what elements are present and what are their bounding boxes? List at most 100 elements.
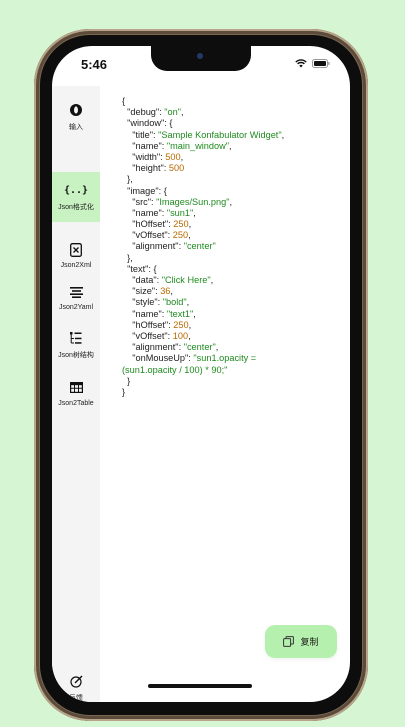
code-number: 100 <box>172 330 189 341</box>
code-line: "onMouseUp": "sun1.opacity = <box>122 353 336 364</box>
code-token: , <box>215 342 219 353</box>
sidebar-item-label: Json2Yaml <box>58 303 94 311</box>
code-string: "on" <box>164 107 182 118</box>
code-line: "src": "Images/Sun.png", <box>122 197 336 208</box>
code-token: , <box>188 319 192 330</box>
code-token: "window": { <box>122 118 173 129</box>
feedback-label: 反馈 <box>69 695 83 702</box>
code-token: , <box>180 151 184 162</box>
code-string: "sun1.opacity = <box>193 353 257 364</box>
code-line: "debug": "on", <box>122 107 336 118</box>
code-line: "window": { <box>122 118 336 129</box>
code-token: }, <box>122 252 133 263</box>
code-line: "style": "bold", <box>122 297 336 308</box>
code-string: "main_window" <box>166 140 230 151</box>
code-token: , <box>170 286 173 297</box>
json-output: { "debug": "on", "window": { "title": "S… <box>122 96 336 398</box>
code-token: "text": { <box>122 263 157 274</box>
code-token: , <box>186 297 190 308</box>
code-number: 500 <box>168 163 185 174</box>
code-string: (sun1.opacity / 100) * 90;" <box>122 364 228 375</box>
code-token: "src": <box>122 196 157 207</box>
sidebar-item-label: Json2Table <box>58 399 94 407</box>
code-token: "height": <box>122 163 169 174</box>
code-token: "hOffset": <box>122 319 174 330</box>
code-line: (sun1.opacity / 100) * 90;" <box>122 365 336 376</box>
code-line: "name": "sun1", <box>122 208 336 219</box>
home-indicator <box>148 684 252 688</box>
code-line: "size": 36, <box>122 286 336 297</box>
status-icons <box>295 59 330 68</box>
code-token: "width": <box>122 151 166 162</box>
code-line: "width": 500, <box>122 152 336 163</box>
code-token: } <box>122 375 131 386</box>
code-token: "debug": <box>122 107 165 118</box>
code-line: "hOffset": 250, <box>122 320 336 331</box>
code-line: "name": "main_window", <box>122 141 336 152</box>
code-line: "text": { <box>122 264 336 275</box>
code-token: "style": <box>122 297 163 308</box>
code-token: "vOffset": <box>122 330 173 341</box>
feedback-button[interactable]: 反馈 <box>52 668 100 702</box>
code-number: 36 <box>160 286 171 297</box>
code-token: , <box>210 275 214 285</box>
sidebar-item-label: Json2Xml <box>60 261 92 269</box>
sidebar-item-label: 输入 <box>69 124 83 131</box>
tree-icon <box>70 330 82 346</box>
code-token: "data": <box>122 275 162 285</box>
code-string: "center" <box>183 342 216 353</box>
sidebar-item-json-tree[interactable]: Json树结构 <box>52 320 100 370</box>
code-string: "Images/Sun.png" <box>156 196 230 207</box>
code-line: "vOffset": 100, <box>122 331 336 342</box>
code-token: }, <box>122 174 133 185</box>
code-token: "alignment": <box>122 342 184 353</box>
code-line: "alignment": "center" <box>122 241 336 252</box>
code-token: , <box>229 140 232 151</box>
sidebar: 输入 {..} Json格式化 Json2Xml Json2Yaml Json树… <box>52 86 100 702</box>
sidebar-item-json2yaml[interactable]: Json2Yaml <box>52 272 100 322</box>
code-number: 250 <box>173 219 189 230</box>
code-line: "data": "Click Here", <box>122 275 336 286</box>
code-line: "title": "Sample Konfabulator Widget", <box>122 130 336 141</box>
xml-icon <box>70 242 82 258</box>
status-time: 5:46 <box>81 57 108 72</box>
code-line: } <box>122 376 336 387</box>
code-token: "vOffset": <box>122 230 173 241</box>
code-token: , <box>193 308 196 319</box>
code-line: "name": "text1", <box>122 309 336 320</box>
code-token: "onMouseUp": <box>122 353 194 364</box>
code-token: "size": <box>122 286 161 297</box>
code-string: "Sample Konfabulator Widget" <box>158 129 282 140</box>
sidebar-item-input[interactable]: 输入 <box>52 92 100 142</box>
table-icon <box>69 380 83 396</box>
code-string: "Click Here" <box>161 275 211 285</box>
sidebar-item-json2table[interactable]: Json2Table <box>52 368 100 418</box>
code-token: "title": <box>122 129 159 140</box>
code-token: , <box>188 330 191 341</box>
sidebar-item-json-format[interactable]: {..} Json格式化 <box>52 172 100 222</box>
code-line: }, <box>122 253 336 264</box>
copy-button[interactable]: 复制 <box>265 625 337 658</box>
input-icon <box>69 102 83 118</box>
code-token: , <box>281 129 285 140</box>
code-line: }, <box>122 174 336 185</box>
code-string: "bold" <box>162 297 187 308</box>
code-token: , <box>229 196 233 207</box>
code-token: } <box>122 386 126 397</box>
code-string: "text1" <box>166 308 194 319</box>
sidebar-item-label: Json树结构 <box>58 352 94 359</box>
code-token: "alignment": <box>122 241 184 252</box>
code-number: 250 <box>172 230 189 241</box>
code-token: , <box>188 219 192 230</box>
code-token: "name": <box>122 140 167 151</box>
code-line: } <box>122 387 336 398</box>
code-string: "center" <box>183 241 216 252</box>
battery-icon <box>312 59 330 68</box>
code-line: "vOffset": 250, <box>122 230 336 241</box>
list-icon <box>69 284 83 300</box>
code-line: "hOffset": 250, <box>122 219 336 230</box>
copy-icon <box>283 636 295 647</box>
code-line: "image": { <box>122 186 336 197</box>
code-line: "alignment": "center", <box>122 342 336 353</box>
braces-icon: {..} <box>63 184 89 196</box>
